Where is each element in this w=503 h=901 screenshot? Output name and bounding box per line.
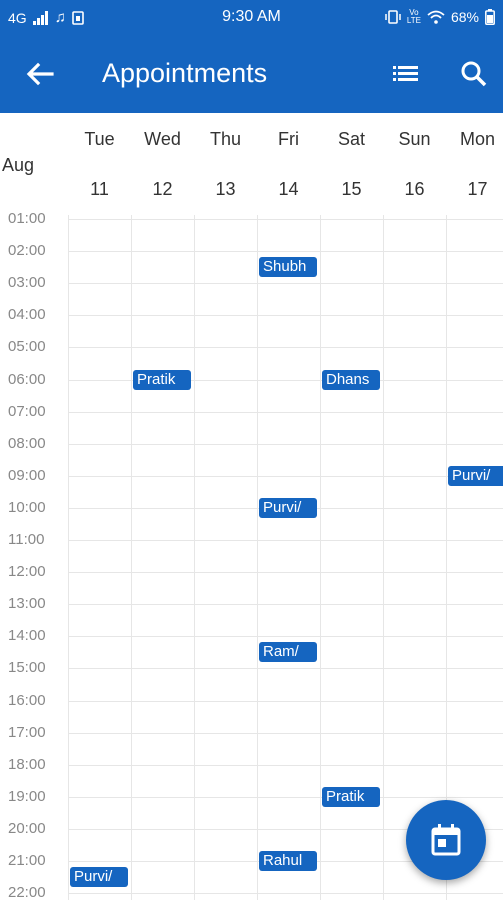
volte-icon: Vo LTE <box>406 8 421 25</box>
hour-line <box>68 283 503 285</box>
hour-line <box>68 796 503 798</box>
hour-label: 12:00 <box>8 563 46 581</box>
calendar-header: Aug Tue 11 Wed 12 Thu 13 Fri 14 Sat 15 Sun 16 Mon 17 <box>0 113 503 215</box>
day-header-17[interactable]: Mon 17 <box>446 113 503 215</box>
hour-line <box>68 700 503 702</box>
date-number: 12 <box>152 179 173 199</box>
appointment-chip[interactable]: Purvi/ <box>259 497 317 518</box>
appointment-chip[interactable]: Ram/ <box>259 642 317 663</box>
hour-label: 07:00 <box>8 402 46 420</box>
appointment-chip[interactable]: Rahul <box>259 851 317 871</box>
appointment-chip[interactable]: Purvi/ <box>448 465 503 486</box>
battery-icon <box>485 9 495 25</box>
search-button[interactable] <box>456 56 492 92</box>
search-icon <box>461 61 487 87</box>
weekday-label: Sun <box>398 129 431 149</box>
date-number: 11 <box>90 179 109 199</box>
hour-label: 05:00 <box>8 338 46 356</box>
hour-label: 19:00 <box>8 787 46 805</box>
day-header-12[interactable]: Wed 12 <box>131 113 194 215</box>
hour-label: 01:00 <box>8 210 46 227</box>
hour-label: 03:00 <box>8 274 46 292</box>
hour-line <box>68 764 503 766</box>
hour-label: 16:00 <box>8 691 46 709</box>
hour-label: 02:00 <box>8 242 46 260</box>
hour-label: 06:00 <box>8 370 46 388</box>
date-number: 13 <box>215 179 236 199</box>
hour-label: 08:00 <box>8 434 46 452</box>
today-fab-button[interactable] <box>406 800 486 880</box>
hour-label: 04:00 <box>8 306 46 324</box>
hour-line <box>68 411 503 413</box>
weekday-label: Sat <box>337 129 366 149</box>
hour-line <box>68 219 503 220</box>
hour-label: 09:00 <box>8 466 46 484</box>
day-header-13[interactable]: Thu 13 <box>194 113 257 215</box>
list-view-button[interactable] <box>390 58 422 90</box>
hour-label: 10:00 <box>8 498 46 516</box>
hour-line <box>68 732 503 734</box>
battery-level: 68% <box>450 9 479 25</box>
month-label: Aug <box>2 155 35 175</box>
day-header-15[interactable]: Sat 15 <box>320 113 383 215</box>
hour-line <box>68 604 503 606</box>
app-bar: Appointments <box>0 34 503 113</box>
calendar-today-icon <box>431 824 461 856</box>
hour-label: 17:00 <box>8 723 46 741</box>
hour-line <box>68 475 503 477</box>
wifi-icon <box>427 10 445 24</box>
weekday-label: Thu <box>209 129 242 149</box>
hour-label: 14:00 <box>8 627 46 645</box>
day-header-14[interactable]: Fri 14 <box>257 113 320 215</box>
hour-line <box>68 347 503 349</box>
weekday-label: Fri <box>278 129 299 149</box>
weekday-label: Mon <box>459 129 495 149</box>
hour-line <box>68 443 503 445</box>
hour-label: 18:00 <box>8 755 46 773</box>
back-button[interactable] <box>22 56 58 92</box>
weekday-label: Tue <box>84 129 115 149</box>
hour-label: 21:00 <box>8 852 46 869</box>
hour-line <box>68 636 503 638</box>
date-number: 15 <box>341 179 362 199</box>
hour-line <box>68 668 503 670</box>
page-title: Appointments <box>102 58 268 88</box>
hour-line <box>68 251 503 253</box>
hour-line <box>68 315 503 317</box>
day-header-16[interactable]: Sun 16 <box>383 113 446 215</box>
status-bar: 4G ♫ 9:30 AM Vo LTE 68% <box>0 0 503 34</box>
date-number: 16 <box>404 179 425 199</box>
hour-line <box>68 893 503 895</box>
date-number: 14 <box>278 179 299 199</box>
hour-label: 15:00 <box>8 659 46 677</box>
list-view-icon <box>393 66 418 81</box>
vibrate-icon <box>385 10 401 24</box>
hour-label: 20:00 <box>8 819 46 837</box>
hour-label: 11:00 <box>8 531 45 548</box>
arrow-back-icon <box>26 62 54 86</box>
appointment-chip[interactable]: Dhans <box>322 369 380 390</box>
appointment-chip[interactable]: Pratik <box>322 786 380 807</box>
appointment-chip[interactable]: Pratik <box>133 369 191 390</box>
appointment-chip[interactable]: Purvi/ <box>70 867 128 888</box>
hour-line <box>68 540 503 541</box>
appointment-chip[interactable]: Shubh <box>259 257 317 278</box>
hour-label: 22:00 <box>8 884 46 901</box>
week-grid[interactable]: 01:00 02:00 03:00 04:00 05:00 06:00 07:00 08:00… <box>0 210 503 901</box>
weekday-label: Wed <box>144 129 181 149</box>
hour-label: 13:00 <box>8 595 46 613</box>
date-number: 17 <box>467 179 488 199</box>
day-header-11[interactable]: Tue 11 <box>68 113 131 215</box>
hour-line <box>68 572 503 574</box>
